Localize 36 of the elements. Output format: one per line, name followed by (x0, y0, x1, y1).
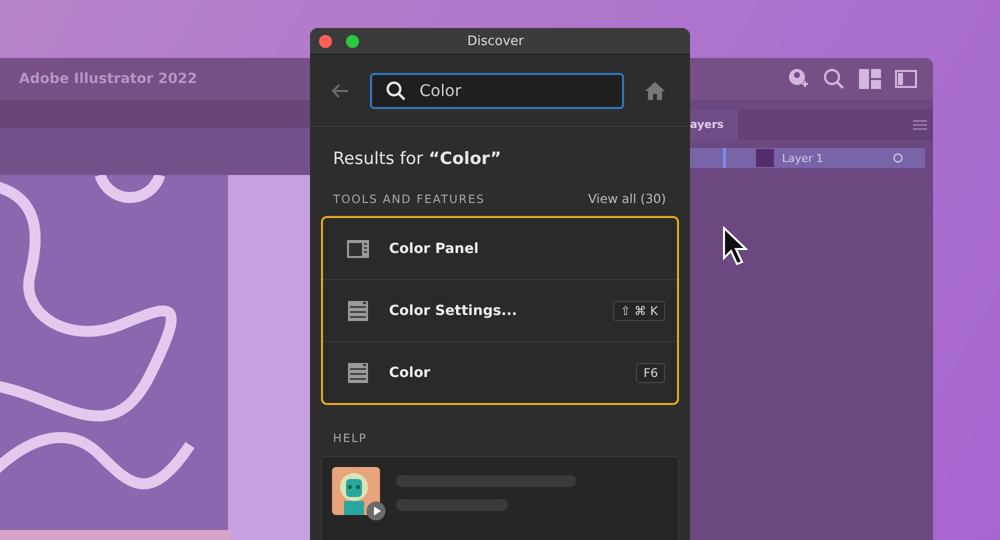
window-title: Adobe Illustrator 2022 (19, 71, 198, 87)
layers-tab[interactable]: ayers (690, 110, 738, 140)
menu-icon[interactable] (913, 120, 927, 130)
layer-thumbnail (756, 149, 774, 167)
section-title: TOOLS AND FEATURES (333, 192, 485, 206)
dialog-window-icon (347, 300, 369, 320)
character-drawing (340, 473, 368, 515)
panel-icon[interactable] (895, 70, 917, 88)
result-label: Color (389, 364, 432, 380)
section-title: HELP (332, 431, 368, 445)
layer-name: Layer 1 (782, 152, 824, 164)
result-item[interactable]: Color Settings... ⇧ ⌘ K (323, 279, 677, 341)
dialog-window-icon (347, 362, 369, 382)
result-label: Color Panel (389, 240, 480, 256)
search-icon[interactable] (823, 68, 845, 90)
layout-icon[interactable] (859, 69, 881, 89)
close-button[interactable] (319, 34, 332, 48)
search-field[interactable]: Color (370, 72, 624, 109)
home-icon[interactable] (644, 80, 666, 101)
back-arrow-icon[interactable] (331, 84, 349, 98)
user-add-icon[interactable] (787, 68, 809, 90)
play-icon[interactable] (366, 501, 386, 521)
search-icon (386, 80, 406, 101)
panel-icon (347, 240, 369, 258)
keyboard-shortcut: ⇧ ⌘ K (613, 300, 665, 320)
results-heading: Results for “Color” (332, 149, 502, 169)
mouse-pointer-icon (722, 226, 748, 266)
dialog-title: Discover (467, 34, 524, 49)
result-label: Color Settings... (389, 302, 518, 318)
target-circle-icon[interactable] (893, 153, 903, 163)
zoom-button[interactable] (346, 34, 359, 48)
result-item[interactable]: Color Panel (323, 218, 677, 279)
view-all-link[interactable]: View all (30) (588, 191, 666, 206)
help-card[interactable] (321, 456, 679, 540)
result-item[interactable]: Color F6 (323, 341, 677, 403)
keyboard-shortcut: F6 (636, 362, 665, 382)
